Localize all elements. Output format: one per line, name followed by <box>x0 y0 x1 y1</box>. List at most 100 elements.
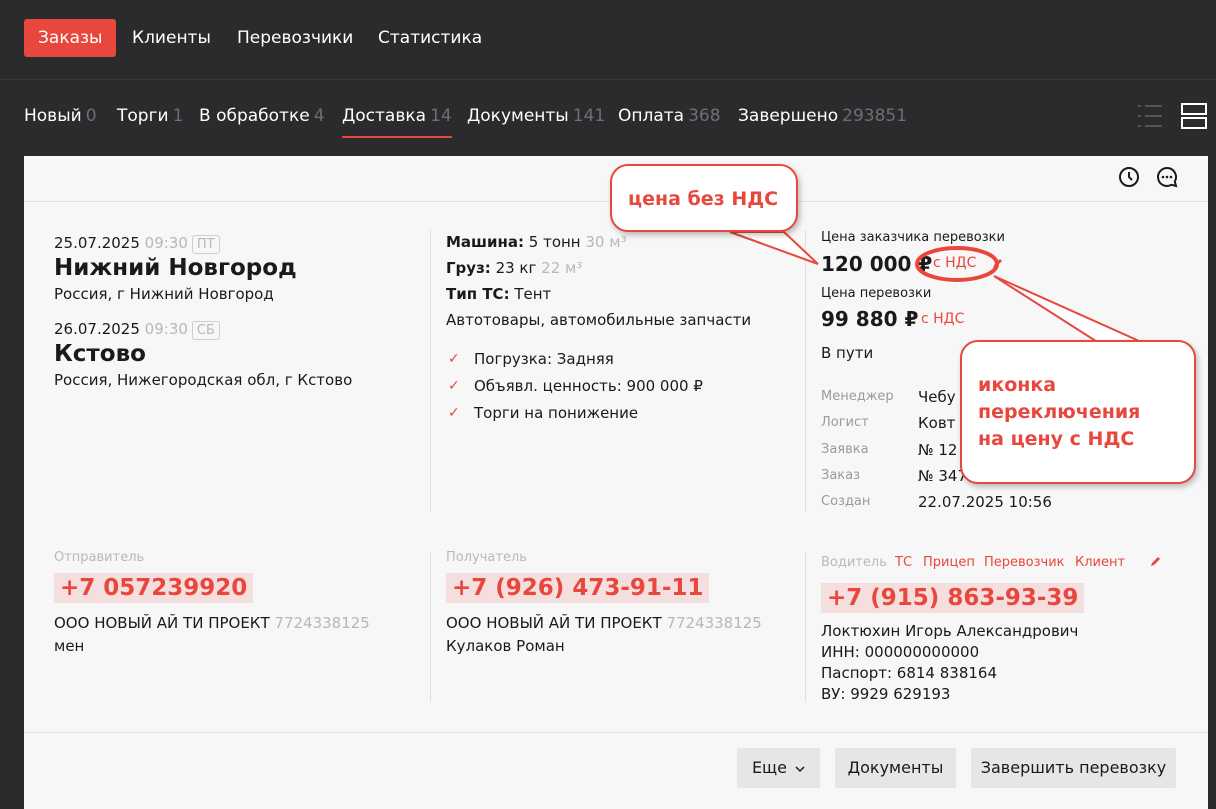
callout-price-no-vat: цена без НДС <box>610 164 798 232</box>
callout-text-line: переключения <box>978 401 1141 423</box>
delivery-time: 09:30 <box>144 320 188 338</box>
callout-text: цена без НДС <box>628 188 779 210</box>
edit-icon[interactable] <box>1150 555 1162 567</box>
cargo-row: Груз: 23 кг 22 м³ <box>446 259 582 277</box>
receiver-company: ООО НОВЫЙ АЙ ТИ ПРОЕКТ <box>446 614 662 632</box>
tab-label: Торги <box>117 106 169 126</box>
vehicle-type-label: Тип ТС: <box>446 285 510 303</box>
cargo-check-item: Объявл. ценность: 900 000 ₽ <box>474 377 703 395</box>
edit-icon[interactable] <box>992 257 1004 269</box>
customer-price: 120 000 ₽ <box>821 252 933 276</box>
pickup-datetime: 25.07.2025 09:30 ПТ <box>54 234 220 254</box>
pickup-day-badge: ПТ <box>191 235 220 254</box>
divider <box>805 230 806 512</box>
driver-tab[interactable]: Водитель <box>821 555 887 570</box>
tab-label: В обработке <box>199 106 310 126</box>
delivery-datetime: 26.07.2025 09:30 СБ <box>54 320 220 340</box>
callout-text-line: на цену с НДС <box>978 428 1135 450</box>
tab-processing[interactable]: В обработке 4 <box>199 106 325 138</box>
tab-payment[interactable]: Оплата 368 <box>618 106 721 138</box>
machine-label: Машина: <box>446 233 524 251</box>
receiver-phone[interactable]: +7 (926) 473-91-11 <box>446 573 710 603</box>
machine-value: 5 тонн <box>528 233 581 251</box>
cargo-check-item: Погрузка: Задняя <box>474 350 614 368</box>
list-view-icon[interactable] <box>1136 102 1164 130</box>
carrier-vat-toggle[interactable]: с НДС <box>921 311 964 327</box>
receiver-label: Получатель <box>446 550 527 565</box>
nav-statistics[interactable]: Статистика <box>364 19 496 57</box>
status-tabs: Новый 0 Торги 1 В обработке 4 Доставка 14 До… <box>0 82 1216 156</box>
more-button-label: Еще <box>751 758 787 777</box>
card-view-icon[interactable] <box>1180 102 1208 130</box>
footer-divider <box>24 732 1208 733</box>
machine-row: Машина: 5 тонн 30 м³ <box>446 233 627 251</box>
tab-count: 0 <box>85 106 97 126</box>
carrier-link[interactable]: Перевозчик <box>984 555 1065 570</box>
pickup-city: Нижний Новгород <box>54 255 297 281</box>
machine-volume: 30 м³ <box>585 233 627 251</box>
tab-count: 141 <box>572 106 606 126</box>
sender-company-row: ООО НОВЫЙ АЙ ТИ ПРОЕКТ 7724338125 <box>54 614 370 632</box>
cargo-label: Груз: <box>446 259 491 277</box>
chat-icon[interactable] <box>1155 165 1179 189</box>
nav-carriers[interactable]: Перевозчики <box>223 19 367 57</box>
nav-clients[interactable]: Клиенты <box>118 19 225 57</box>
vehicle-link[interactable]: ТС <box>895 555 912 570</box>
pickup-time: 09:30 <box>144 234 188 252</box>
divider <box>805 552 806 702</box>
driver-phone[interactable]: +7 (915) 863-93-39 <box>821 583 1085 613</box>
driver-name: Локтюхин Игорь Александрович <box>821 622 1079 640</box>
callout-vat-toggle: иконка переключения на цену с НДС <box>960 340 1196 484</box>
receiver-company-row: ООО НОВЫЙ АЙ ТИ ПРОЕКТ 7724338125 <box>446 614 762 632</box>
order-status: В пути <box>821 344 874 362</box>
divider <box>430 230 431 512</box>
cargo-volume: 22 м³ <box>541 259 583 277</box>
detail-label: Заказ <box>821 468 861 483</box>
pickup-date: 25.07.2025 <box>54 234 140 252</box>
detail-label: Логист <box>821 415 869 430</box>
tab-count: 293851 <box>842 106 908 126</box>
tab-delivery[interactable]: Доставка 14 <box>342 106 452 138</box>
sender-label: Отправитель <box>54 550 145 565</box>
history-icon[interactable] <box>1117 165 1141 189</box>
driver-passport: Паспорт: 6814 838164 <box>821 664 997 682</box>
documents-button[interactable]: Документы <box>835 748 956 788</box>
tab-documents[interactable]: Документы 141 <box>467 106 605 138</box>
customer-price-label: Цена заказчика перевозки <box>821 230 1005 245</box>
nav-orders[interactable]: Заказы <box>24 19 117 57</box>
check-icon: ✓ <box>448 351 460 367</box>
delivery-address: Россия, Нижегородская обл, г Кстово <box>54 371 353 389</box>
tab-label: Документы <box>467 106 569 126</box>
cargo-description: Автотовары, автомобильные запчасти <box>446 311 752 329</box>
divider <box>430 552 431 702</box>
chevron-down-icon <box>795 766 805 773</box>
sender-contact: мен <box>54 637 85 655</box>
check-icon: ✓ <box>448 405 460 421</box>
receiver-inn: 7724338125 <box>666 614 762 632</box>
tab-new[interactable]: Новый 0 <box>24 106 97 138</box>
driver-inn: ИНН: 000000000000 <box>821 643 980 661</box>
detail-value: Чебу <box>918 388 956 406</box>
tab-count: 14 <box>430 106 452 126</box>
tab-label: Оплата <box>618 106 685 126</box>
detail-label: Менеджер <box>821 389 894 404</box>
trailer-link[interactable]: Прицеп <box>923 555 975 570</box>
sender-phone[interactable]: +7 057239920 <box>54 573 254 603</box>
finish-transport-button[interactable]: Завершить перевозку <box>971 748 1176 788</box>
detail-value: 22.07.2025 10:56 <box>918 493 1052 511</box>
detail-value: Ковт <box>918 414 956 432</box>
check-icon: ✓ <box>448 378 460 394</box>
cargo-value: 23 кг <box>495 259 537 277</box>
delivery-date: 26.07.2025 <box>54 320 140 338</box>
driver-license: ВУ: 9929 629193 <box>821 685 951 703</box>
sender-inn: 7724338125 <box>274 614 370 632</box>
more-button[interactable]: Еще <box>737 748 820 788</box>
vehicle-type-value: Тент <box>514 285 552 303</box>
customer-vat-toggle[interactable]: с НДС <box>933 255 976 271</box>
receiver-contact: Кулаков Роман <box>446 637 565 655</box>
client-link[interactable]: Клиент <box>1075 555 1125 570</box>
detail-label: Создан <box>821 494 871 509</box>
cargo-check-item: Торги на понижение <box>474 404 639 422</box>
tab-completed[interactable]: Завершено 293851 <box>738 106 907 138</box>
tab-auction[interactable]: Торги 1 <box>117 106 183 138</box>
